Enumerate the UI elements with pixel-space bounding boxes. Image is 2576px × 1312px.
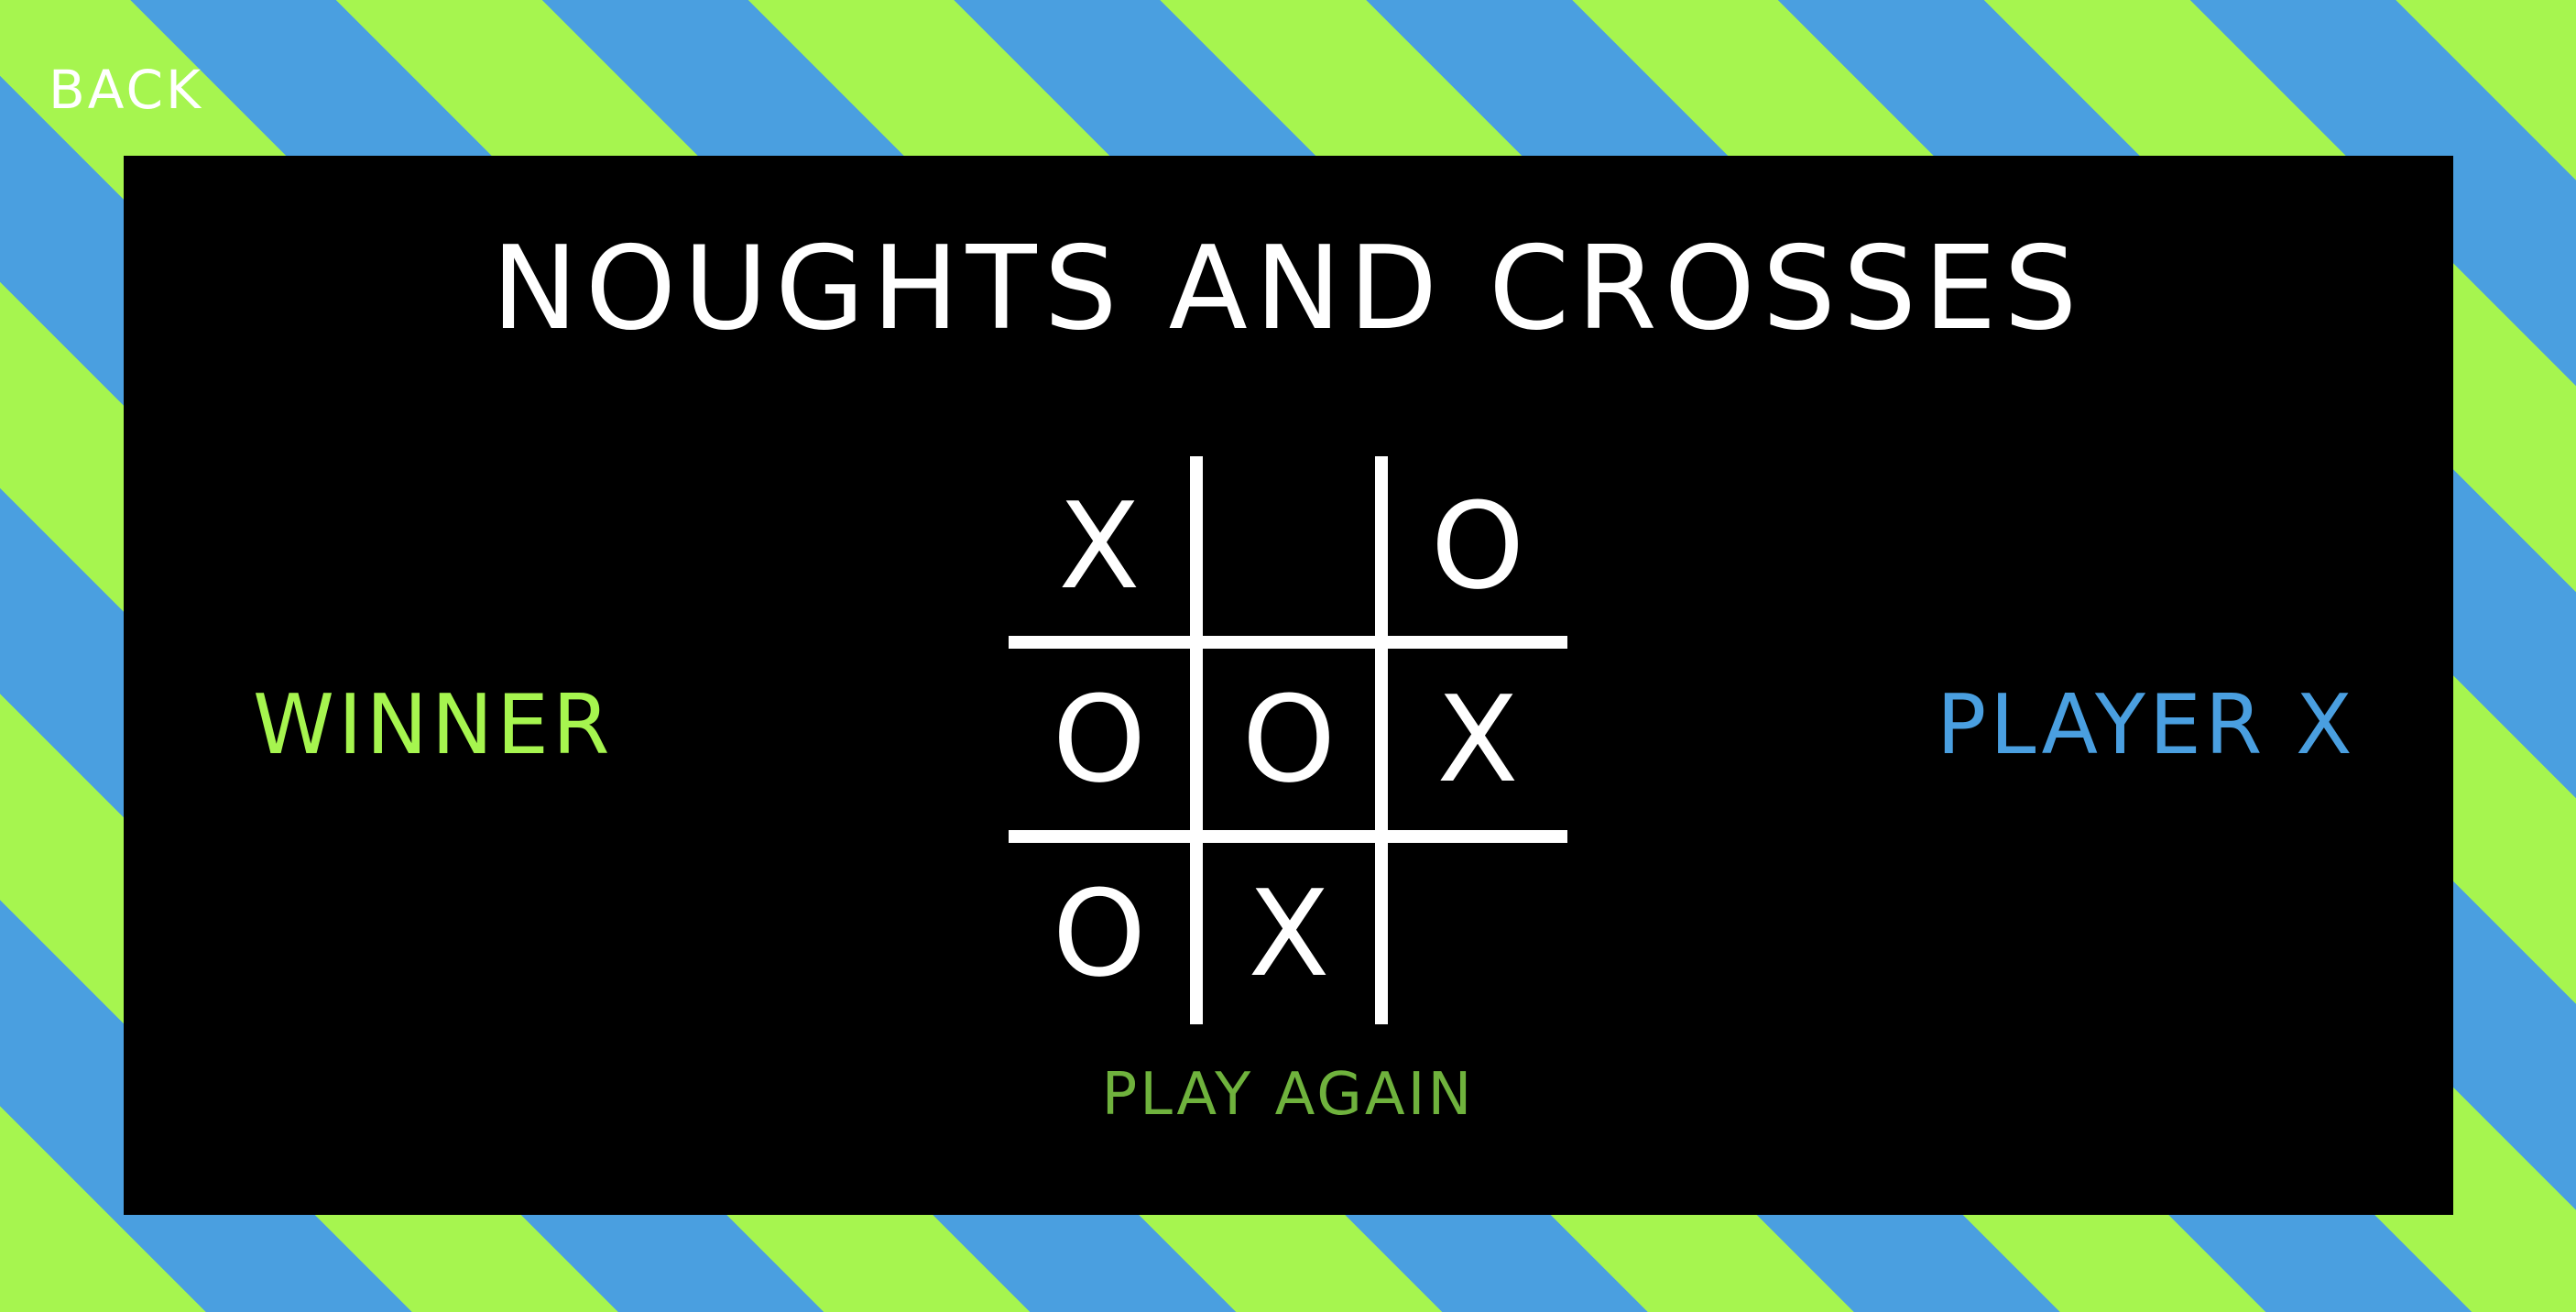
play-again-button[interactable]: PLAY AGAIN bbox=[0, 1063, 2576, 1127]
board-cell-6[interactable]: X bbox=[1388, 649, 1567, 830]
board-cell-4[interactable]: O bbox=[1009, 649, 1190, 830]
grid-line-horizontal bbox=[1009, 636, 1567, 649]
board-cell-5[interactable]: O bbox=[1203, 649, 1375, 830]
board-cell-7[interactable]: O bbox=[1009, 843, 1190, 1024]
game-title: NOUGHTS AND CROSSES bbox=[491, 221, 2085, 355]
game-board: X O O O X O X bbox=[1009, 456, 1567, 1024]
grid-line-horizontal bbox=[1009, 830, 1567, 843]
board-cell-9[interactable] bbox=[1388, 843, 1567, 1024]
board-cell-1[interactable]: X bbox=[1009, 456, 1190, 636]
board-cell-3[interactable]: O bbox=[1388, 456, 1567, 636]
winner-name: PLAYER X bbox=[1937, 677, 2356, 773]
board-cell-8[interactable]: X bbox=[1203, 843, 1375, 1024]
grid-line-vertical bbox=[1190, 456, 1203, 1024]
board-cell-2[interactable] bbox=[1203, 456, 1375, 636]
back-button[interactable]: BACK bbox=[49, 60, 203, 119]
winner-label: WINNER bbox=[253, 677, 614, 773]
grid-line-vertical bbox=[1375, 456, 1388, 1024]
